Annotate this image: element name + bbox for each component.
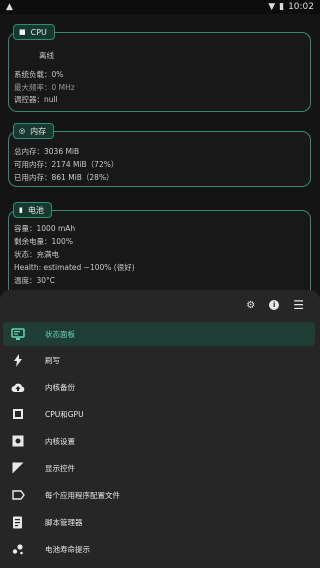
battery-icon: ▮ (279, 2, 285, 12)
display-icon (9, 459, 27, 477)
navigation-sheet: ⚙ i ☰ 状态面板 刷写 内核备份 CPU和GPU 内核设置 显示控件 每个应… (0, 290, 320, 568)
memory-available: 可用内存：2174 MiB（72%） (14, 160, 119, 169)
menu-item-kernel-settings[interactable]: 内核设置 (3, 429, 315, 453)
menu-item-label: 内核备份 (45, 382, 75, 392)
kernel-settings-icon (9, 432, 27, 450)
menu-item-label: 脚本管理器 (45, 517, 83, 527)
bubbles-icon (9, 540, 27, 558)
menu-icon[interactable]: ☰ (293, 298, 304, 312)
menu-item-label: 内核设置 (45, 436, 75, 446)
flash-icon (9, 351, 27, 369)
cpu-card-title: CPU (30, 27, 47, 37)
battery-status: 状态：充满电 (14, 250, 59, 259)
cpu-max-freq: 最大频率：0 MHz (14, 83, 75, 92)
settings-gear-icon[interactable]: ⚙ (246, 300, 255, 311)
battery-health: Health: estimated ~100% (很好) (14, 263, 135, 272)
battery-card: ▮ 电池 容量：1000 mAh 剩余电量：100% 状态：充满电 Health… (8, 202, 311, 290)
menu-item-per-app-profiles[interactable]: 每个应用程序配置文件 (3, 483, 315, 507)
cloud-upload-icon (9, 378, 27, 396)
menu-item-label: 刷写 (45, 355, 60, 365)
menu-item-label: 显示控件 (45, 463, 75, 473)
memory-used: 已用内存：861 MiB（28%） (14, 173, 114, 182)
cpu-card-badge: ■ CPU (13, 24, 55, 40)
menu-item-label: 电池寿命提示 (45, 544, 90, 554)
wifi-icon: ▼ (268, 2, 276, 12)
menu-item-battery-tips[interactable]: 电池寿命提示 (3, 537, 315, 561)
info-icon[interactable]: i (269, 300, 280, 310)
menu-item-cpu-gpu[interactable]: CPU和GPU (3, 402, 315, 426)
menu-item-script-manager[interactable]: 脚本管理器 (3, 510, 315, 534)
script-icon (9, 513, 27, 531)
battery-card-badge: ▮ 电池 (13, 202, 52, 218)
status-bar: ▲ ▼ ▮ 10:02 (0, 0, 320, 14)
memory-card: ◎ 内存 总内存：3036 MiB 可用内存：2174 MiB（72%） 已用内… (8, 123, 311, 187)
cpu-card: ■ CPU 离线 系统负载：0% 最大频率：0 MHz 调控器：null (8, 24, 311, 112)
status-time: 10:02 (288, 2, 314, 12)
battery-card-icon: ▮ (19, 205, 23, 214)
memory-card-badge: ◎ 内存 (13, 123, 55, 139)
menu-item-display[interactable]: 显示控件 (3, 456, 315, 480)
battery-card-title: 电池 (27, 205, 44, 215)
cpu-load: 系统负载：0% (14, 70, 64, 79)
battery-capacity: 容量：1000 mAh (14, 224, 76, 233)
chip-icon (9, 405, 27, 423)
alert-icon: ▲ (6, 2, 13, 12)
battery-temperature: 温度：30°C (14, 276, 56, 285)
memory-card-title: 内存 (30, 126, 47, 136)
menu-item-flash[interactable]: 刷写 (3, 348, 315, 372)
label-icon (9, 486, 27, 504)
menu-item-kernel-backup[interactable]: 内核备份 (3, 375, 315, 399)
cpu-icon: ■ (19, 27, 26, 36)
menu-item-dashboard[interactable]: 状态面板 (3, 322, 315, 346)
memory-total: 总内存：3036 MiB (14, 147, 80, 156)
battery-remaining: 剩余电量：100% (14, 237, 73, 246)
memory-icon: ◎ (19, 126, 26, 135)
cpu-governor: 调控器：null (14, 95, 58, 104)
cpu-state: 离线 (39, 51, 54, 60)
menu-item-label: 状态面板 (45, 329, 75, 339)
menu-item-label: CPU和GPU (45, 409, 84, 419)
sheet-toolbar: ⚙ i ☰ (246, 298, 304, 312)
dashboard-icon (9, 325, 27, 343)
menu-item-label: 每个应用程序配置文件 (45, 490, 120, 500)
